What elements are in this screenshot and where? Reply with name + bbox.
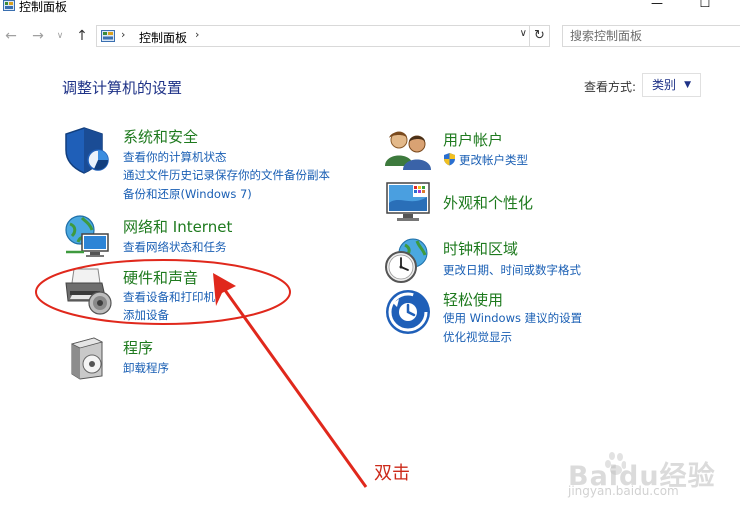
baidu-watermark-url: jingyan.baidu.com — [568, 484, 679, 498]
double-click-annotation: 双击 — [374, 463, 410, 484]
highlight-ellipse — [35, 259, 291, 325]
annotation-overlay — [35, 259, 368, 488]
annotation-arrow — [220, 285, 368, 488]
